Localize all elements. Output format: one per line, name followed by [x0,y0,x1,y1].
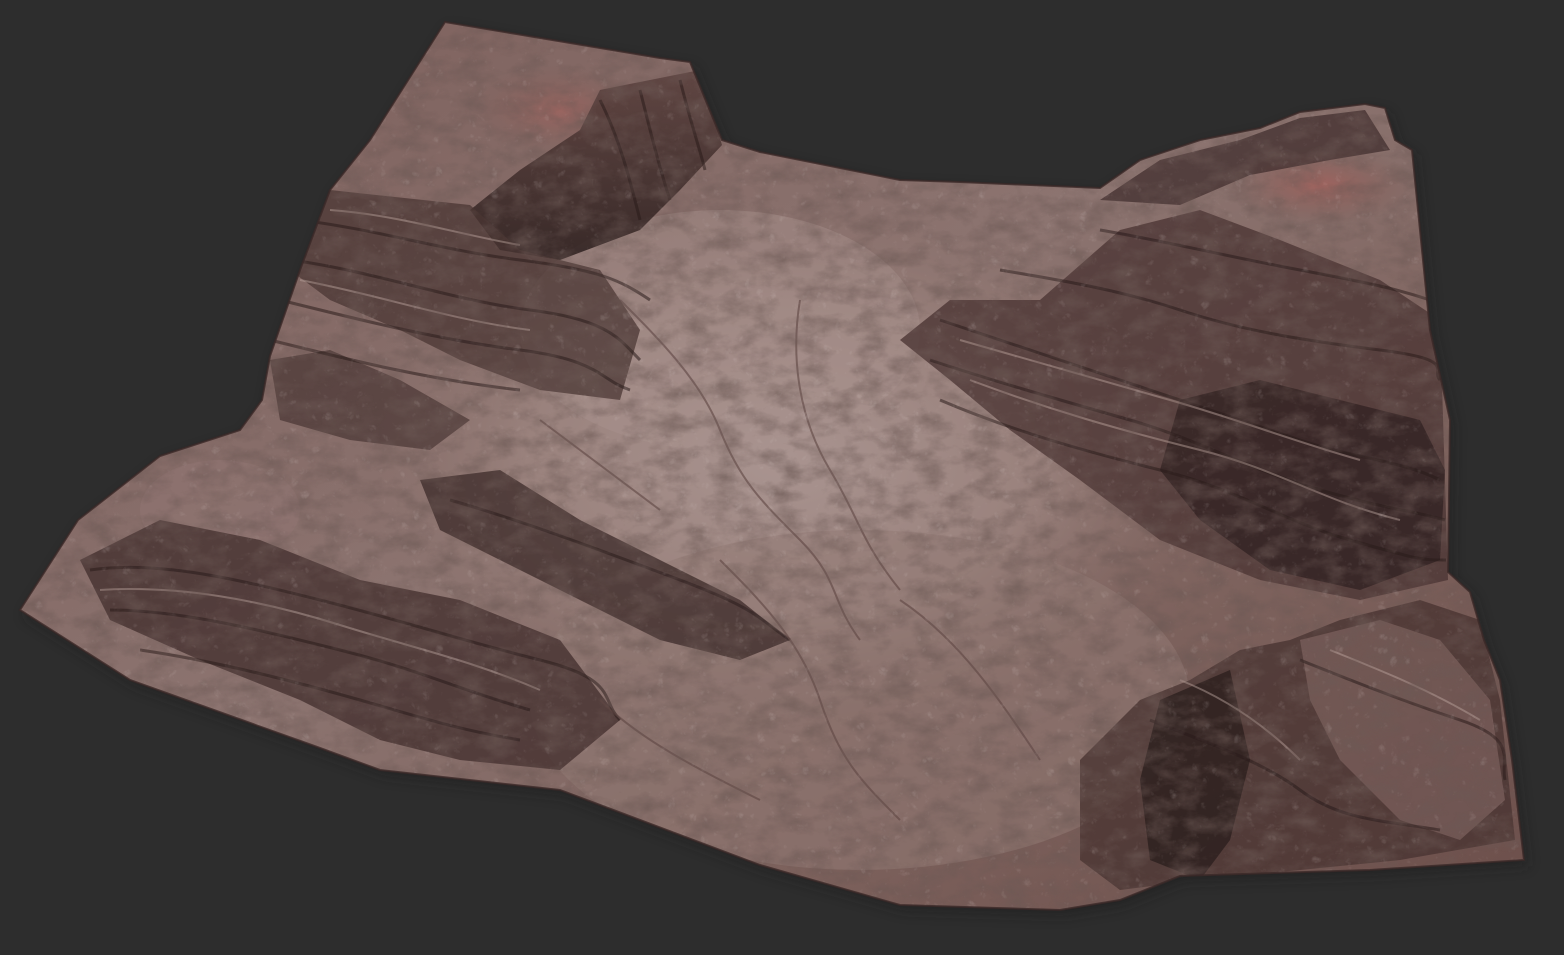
3d-viewport[interactable] [0,0,1564,955]
terrain-mesh-render [19,21,1528,916]
terrain-surface [20,22,1524,910]
